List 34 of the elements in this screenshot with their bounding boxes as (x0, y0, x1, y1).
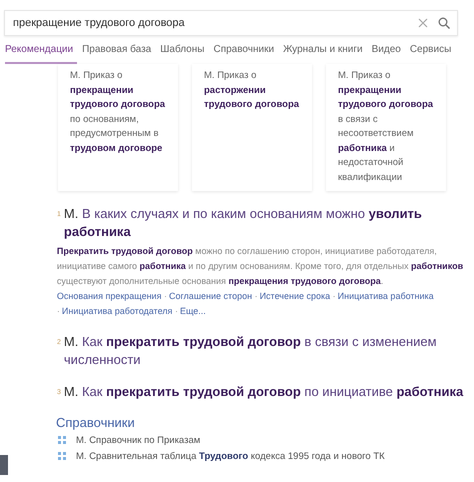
separator-dot: · (174, 306, 178, 316)
tab[interactable]: Правовая база (82, 44, 156, 64)
section-link[interactable]: Соглашение сторон (168, 291, 252, 301)
side-handle[interactable] (0, 455, 8, 475)
separator-dot: · (332, 291, 336, 301)
document-card[interactable]: М. Приказ о прекращении трудового договора в связи с несоответствием работника и недостаточной квалификации (326, 64, 446, 191)
search-field[interactable]: прекращение трудового договора (4, 10, 458, 36)
close-icon[interactable] (418, 18, 428, 28)
tab[interactable]: Справочники (213, 44, 278, 64)
separator-dot: · (164, 291, 167, 301)
separator-dot: · (56, 306, 60, 316)
tab[interactable]: Шаблоны (160, 44, 208, 64)
tab[interactable]: Сервисы (410, 44, 456, 64)
document-card[interactable]: М. Приказ о прекращении трудового договора по основаниям, предусмотренным в трудовом договоре (58, 64, 178, 191)
section-link[interactable]: Истечение срока (260, 291, 330, 301)
result-title[interactable]: М. Как прекратить трудовой договор в связи с изменением численности (64, 333, 467, 369)
section-link[interactable]: Инициатива работника (338, 291, 434, 301)
tab[interactable]: Видео (372, 44, 405, 64)
result-title[interactable]: М. В каких случаях и по каким основаниям можно уволить работника (64, 205, 467, 241)
reference-link[interactable]: М. Сравнительная таблица Трудового кодекса 1995 года и нового ТК (76, 450, 385, 462)
separator-dot: · (254, 291, 258, 301)
search-icon[interactable] (438, 17, 450, 29)
document-card[interactable]: М. Приказ о расторжении трудового договора (192, 64, 312, 191)
result-title[interactable]: М. Как прекратить трудовой договор по инициативе работника (64, 383, 464, 401)
list-icon (58, 452, 66, 460)
result-snippet: Прекратить трудовой договор можно по соглашению сторон, инициативе работодателя, инициативе самого работника и по другим основаниям. Кроме того, для отдельных работников существуют дополнительные основания прекращения трудового договора. (56, 245, 464, 288)
section-heading: Справочники (56, 415, 136, 430)
reference-link[interactable]: М. Справочник по Приказам (76, 434, 200, 446)
tab[interactable]: Рекомендации (5, 44, 78, 64)
section-link[interactable]: Еще... (180, 306, 206, 316)
section-link[interactable]: Инициатива работодателя (62, 306, 172, 316)
list-icon (58, 436, 66, 444)
tab[interactable]: Журналы и книги (283, 44, 367, 64)
section-link[interactable]: Основания прекращения (56, 291, 162, 301)
